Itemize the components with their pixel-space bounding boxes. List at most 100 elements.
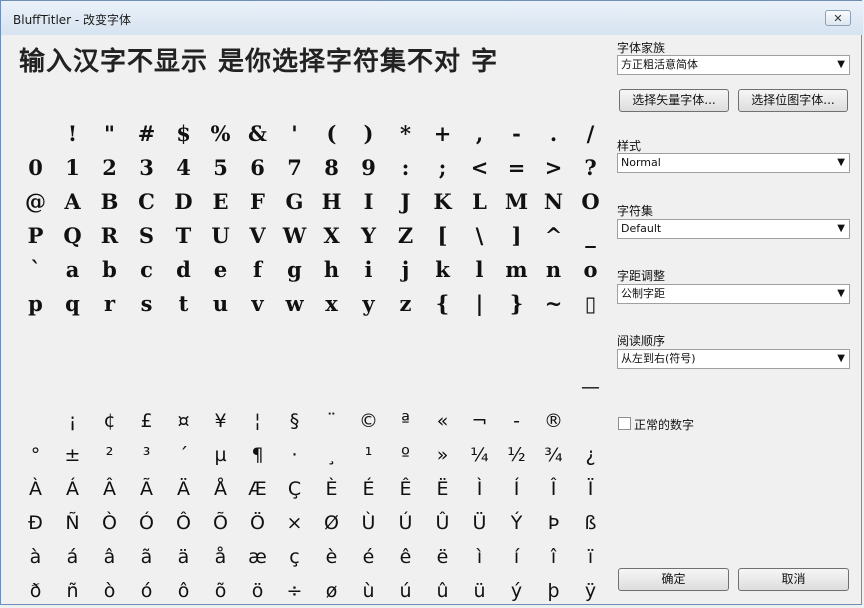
glyph-cell[interactable]: Ì (461, 472, 498, 506)
cancel-button[interactable]: 取消 (738, 568, 849, 591)
glyph-cell[interactable]: x (313, 287, 350, 321)
glyph-cell[interactable]: é (350, 540, 387, 574)
glyph-cell[interactable]: u (202, 287, 239, 321)
glyph-cell[interactable]: õ (202, 574, 239, 608)
glyph-cell[interactable]: ç (276, 540, 313, 574)
glyph-cell[interactable]: $ (165, 117, 202, 151)
glyph-cell[interactable]: Ø (313, 506, 350, 540)
glyph-cell[interactable]: Ï (572, 472, 609, 506)
glyph-cell[interactable]: · (276, 438, 313, 472)
glyph-cell[interactable]: ▯ (572, 287, 609, 321)
glyph-cell[interactable]: P (17, 219, 54, 253)
glyph-cell[interactable]: ð (17, 574, 54, 608)
glyph-cell[interactable]: % (202, 117, 239, 151)
glyph-cell[interactable]: À (17, 472, 54, 506)
glyph-cell[interactable]: d (165, 253, 202, 287)
glyph-cell[interactable]: | (461, 287, 498, 321)
glyph-cell[interactable]: h (313, 253, 350, 287)
glyph-cell[interactable] (165, 370, 202, 404)
glyph-cell[interactable]: Í (498, 472, 535, 506)
glyph-cell[interactable]: ] (498, 219, 535, 253)
glyph-cell[interactable]: Ä (165, 472, 202, 506)
glyph-cell[interactable]: Ô (165, 506, 202, 540)
glyph-cell[interactable] (461, 370, 498, 404)
glyph-cell[interactable]: ä (165, 540, 202, 574)
glyph-cell[interactable] (54, 370, 91, 404)
glyph-cell[interactable]: ú (387, 574, 424, 608)
glyph-cell[interactable]: R (91, 219, 128, 253)
glyph-cell[interactable]: 4 (165, 151, 202, 185)
glyph-cell[interactable] (572, 404, 609, 438)
glyph-cell[interactable] (424, 370, 461, 404)
glyph-cell[interactable]: ¿ (572, 438, 609, 472)
glyph-cell[interactable]: S (128, 219, 165, 253)
glyph-cell[interactable]: ¡ (54, 404, 91, 438)
glyph-cell[interactable]: T (165, 219, 202, 253)
glyph-cell[interactable]: ± (54, 438, 91, 472)
glyph-cell[interactable]: + (424, 117, 461, 151)
glyph-cell[interactable]: ¢ (91, 404, 128, 438)
glyph-cell[interactable]: O (572, 185, 609, 219)
glyph-cell[interactable]: 6 (239, 151, 276, 185)
glyph-cell[interactable]: 8 (313, 151, 350, 185)
glyph-cell[interactable]: Õ (202, 506, 239, 540)
glyph-cell[interactable]: Á (54, 472, 91, 506)
ok-button[interactable]: 确定 (618, 568, 729, 591)
glyph-cell[interactable]: â (91, 540, 128, 574)
glyph-cell[interactable]: c (128, 253, 165, 287)
glyph-cell[interactable]: æ (239, 540, 276, 574)
glyph-cell[interactable]: [ (424, 219, 461, 253)
glyph-cell[interactable]: = (498, 151, 535, 185)
glyph-cell[interactable]: K (424, 185, 461, 219)
glyph-cell[interactable]: ° (17, 438, 54, 472)
glyph-cell[interactable]: È (313, 472, 350, 506)
glyph-cell[interactable]: " (91, 117, 128, 151)
glyph-cell[interactable]: V (239, 219, 276, 253)
glyph-cell[interactable]: « (424, 404, 461, 438)
glyph-cell[interactable]: ò (91, 574, 128, 608)
glyph-cell[interactable]: á (54, 540, 91, 574)
glyph-cell[interactable] (17, 404, 54, 438)
glyph-cell[interactable]: µ (202, 438, 239, 472)
glyph-cell[interactable]: 2 (91, 151, 128, 185)
glyph-cell[interactable] (17, 117, 54, 151)
glyph-cell[interactable]: ¸ (313, 438, 350, 472)
glyph-cell[interactable]: ô (165, 574, 202, 608)
glyph-cell[interactable]: ê (387, 540, 424, 574)
glyph-cell[interactable]: Ë (424, 472, 461, 506)
glyph-cell[interactable] (387, 370, 424, 404)
glyph-cell[interactable] (350, 370, 387, 404)
glyph-cell[interactable]: ¥ (202, 404, 239, 438)
close-button[interactable]: ✕ (825, 10, 851, 26)
glyph-cell[interactable]: Ã (128, 472, 165, 506)
glyph-cell[interactable]: ¬ (461, 404, 498, 438)
glyph-cell[interactable]: Ò (91, 506, 128, 540)
glyph-cell[interactable]: ' (276, 117, 313, 151)
glyph-cell[interactable]: B (91, 185, 128, 219)
glyph-cell[interactable]: É (350, 472, 387, 506)
glyph-cell[interactable] (276, 370, 313, 404)
glyph-cell[interactable]: ¹ (350, 438, 387, 472)
glyph-cell[interactable]: ) (350, 117, 387, 151)
glyph-cell[interactable]: Þ (535, 506, 572, 540)
glyph-cell[interactable]: º (387, 438, 424, 472)
glyph-cell[interactable]: ó (128, 574, 165, 608)
glyph-cell[interactable]: , (461, 117, 498, 151)
glyph-cell[interactable]: j (387, 253, 424, 287)
glyph-cell[interactable]: D (165, 185, 202, 219)
glyph-cell[interactable]: £ (128, 404, 165, 438)
glyph-cell[interactable]: ½ (498, 438, 535, 472)
glyph-cell[interactable]: ¦ (239, 404, 276, 438)
glyph-cell[interactable]: q (54, 287, 91, 321)
glyph-cell[interactable]: è (313, 540, 350, 574)
glyph-cell[interactable]: A (54, 185, 91, 219)
glyph-cell[interactable]: — (572, 370, 609, 404)
glyph-cell[interactable]: L (461, 185, 498, 219)
charset-select[interactable]: Default ▼ (617, 219, 850, 239)
glyph-cell[interactable]: 3 (128, 151, 165, 185)
glyph-cell[interactable]: Ù (350, 506, 387, 540)
glyph-cell[interactable]: m (498, 253, 535, 287)
style-select[interactable]: Normal ▼ (617, 153, 850, 173)
glyph-cell[interactable]: × (276, 506, 313, 540)
glyph-cell[interactable]: ¶ (239, 438, 276, 472)
